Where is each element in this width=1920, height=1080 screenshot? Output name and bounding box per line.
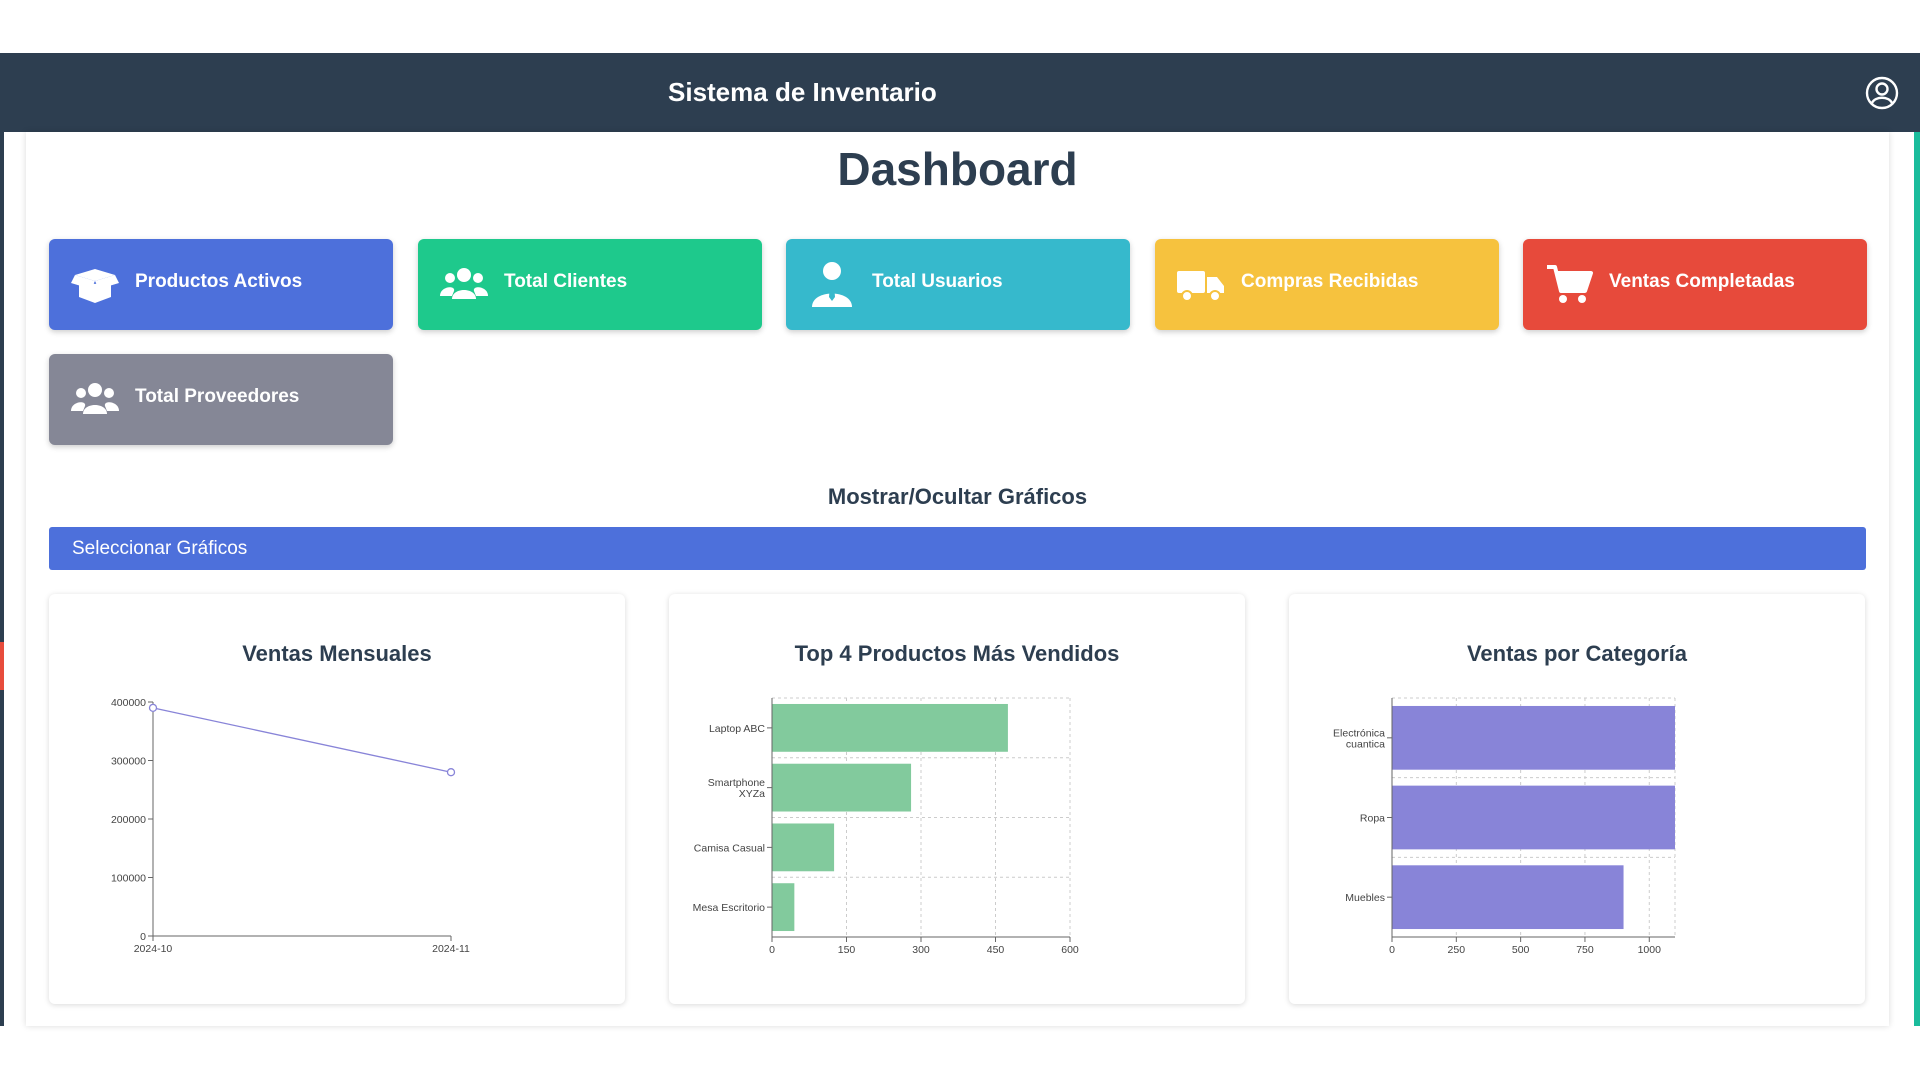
card-label: Total Usuarios xyxy=(872,271,1003,292)
card-compras-recibidas[interactable]: Compras Recibidas xyxy=(1155,239,1499,330)
x-tick-label: 600 xyxy=(1061,944,1079,956)
x-tick-label: 0 xyxy=(1389,944,1395,956)
bar xyxy=(772,883,795,932)
bar xyxy=(772,703,1008,752)
bar-chart: Electrónica cuantica Ropa Muebles 0 250 500 750… xyxy=(1333,697,1676,956)
x-tick-label: 300 xyxy=(912,944,930,956)
chart-panel-ventas-mensuales: Ventas Mensuales 0 100000 200000 300000 4000… xyxy=(49,594,625,1004)
card-label: Productos Activos xyxy=(135,271,303,292)
left-edge-marker xyxy=(0,642,4,690)
user-circle-icon[interactable] xyxy=(1864,75,1900,111)
y-tick-label: 0 xyxy=(140,931,146,943)
x-tick-label: 500 xyxy=(1512,944,1530,956)
chart-panel-ventas-categoria: Ventas por Categoría Electrónica cuantica… xyxy=(1289,594,1865,1004)
y-tick-label-line: Muebles xyxy=(1345,892,1385,904)
y-tick-label: Ropa xyxy=(1360,813,1385,825)
bar-chart: Laptop ABC Smartphone XYZa Camisa Casual Mes… xyxy=(693,697,1079,956)
users-icon xyxy=(71,376,119,422)
bar xyxy=(1392,785,1675,850)
truck-icon xyxy=(1177,261,1225,307)
x-tick-label: 1000 xyxy=(1638,944,1662,956)
y-tick-label: Camisa Casual xyxy=(694,842,765,854)
x-tick-label: 250 xyxy=(1448,944,1466,956)
data-point xyxy=(446,768,456,777)
card-total-proveedores[interactable]: Total Proveedores xyxy=(49,354,393,445)
y-tick-label: 300000 xyxy=(111,756,146,768)
y-tick-label: 400000 xyxy=(111,697,146,709)
card-productos-activos[interactable]: Productos Activos xyxy=(49,239,393,330)
card-label: Total Clientes xyxy=(504,271,628,292)
chart-panel-top-productos: Top 4 Productos Más Vendidos Laptop ABC S… xyxy=(669,594,1245,1004)
x-tick-label: 150 xyxy=(838,944,856,956)
y-tick-label: 200000 xyxy=(111,814,146,826)
page-title: Dashboard xyxy=(837,143,1078,195)
y-tick-label: Electrónica cuantica xyxy=(1333,727,1385,750)
y-tick-label: 100000 xyxy=(111,873,146,885)
select-charts-label: Seleccionar Gráficos xyxy=(72,538,248,559)
bar xyxy=(1392,705,1675,770)
bar xyxy=(772,763,912,812)
y-tick-label: Mesa Escritorio xyxy=(693,902,766,914)
card-total-clientes[interactable]: Total Clientes xyxy=(418,239,762,330)
right-edge xyxy=(1914,132,1920,1026)
card-total-usuarios[interactable]: Total Usuarios xyxy=(786,239,1130,330)
select-charts-dropdown[interactable]: Seleccionar Gráficos xyxy=(49,527,1866,570)
user-tie-icon xyxy=(808,261,856,307)
x-tick-label: 2024-10 xyxy=(134,943,173,955)
main-content: Dashboard Productos Activos Total Client xyxy=(26,132,1889,1026)
card-label: Compras Recibidas xyxy=(1241,271,1419,292)
y-tick-label-line: Mesa Escritorio xyxy=(693,902,766,914)
y-tick-label-line: Laptop ABC xyxy=(709,723,765,735)
x-tick-label: 2024-11 xyxy=(432,943,470,955)
series-line xyxy=(152,707,452,773)
users-icon xyxy=(440,261,488,307)
box-open-icon xyxy=(71,261,119,307)
x-tick-label: 750 xyxy=(1576,944,1594,956)
app-title: Sistema de Inventario xyxy=(668,77,937,107)
top-navbar: Sistema de Inventario xyxy=(0,53,1920,132)
charts-section-title: Mostrar/Ocultar Gráficos xyxy=(827,484,1088,509)
y-tick-label: Muebles xyxy=(1345,892,1385,904)
bar xyxy=(1392,865,1624,930)
y-tick-label: Smartphone XYZa xyxy=(708,777,765,800)
left-edge xyxy=(0,132,4,1026)
card-label: Ventas Completadas xyxy=(1609,271,1795,292)
y-tick-label-line: Ropa xyxy=(1360,813,1385,825)
y-tick-label-line: XYZa xyxy=(739,788,765,800)
bar xyxy=(772,823,835,872)
x-tick-label: 450 xyxy=(987,944,1005,956)
y-tick-label-line: Camisa Casual xyxy=(694,842,765,854)
cart-icon xyxy=(1545,261,1593,307)
card-label: Total Proveedores xyxy=(135,386,300,407)
card-ventas-completadas[interactable]: Ventas Completadas xyxy=(1523,239,1867,330)
x-tick-label: 0 xyxy=(769,944,775,956)
line-chart: 0 100000 200000 300000 400000 2024-10 2024-11 xyxy=(111,697,470,955)
data-point xyxy=(148,703,158,712)
y-tick-label: Laptop ABC xyxy=(709,723,765,735)
y-tick-label-line: cuantica xyxy=(1346,738,1385,750)
